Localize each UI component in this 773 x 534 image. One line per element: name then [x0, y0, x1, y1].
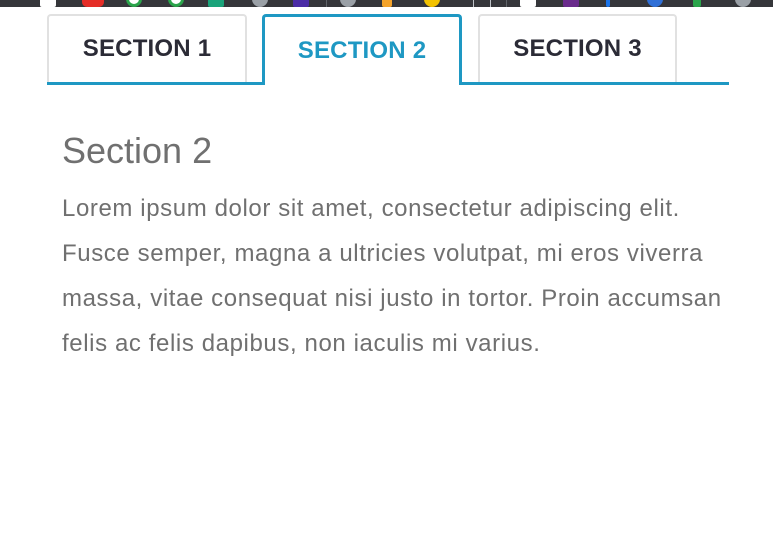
- extension-icon[interactable]: [126, 0, 142, 7]
- toolbar-divider: [506, 0, 507, 7]
- extension-icon[interactable]: [563, 0, 579, 7]
- tab-section-2[interactable]: SECTION 2: [262, 14, 462, 85]
- extension-icon[interactable]: [606, 0, 610, 7]
- toolbar-divider: [326, 0, 327, 7]
- globe-icon[interactable]: [252, 0, 268, 7]
- tab-label: SECTION 1: [82, 35, 212, 62]
- tab-section-1[interactable]: SECTION 1: [47, 14, 247, 82]
- extension-icon[interactable]: [382, 0, 392, 7]
- extension-icon[interactable]: [293, 0, 309, 7]
- tab-label: SECTION 3: [513, 35, 642, 62]
- panel-heading: Section 2: [62, 130, 213, 171]
- extension-icon[interactable]: [168, 0, 184, 7]
- tab-label: SECTION 2: [297, 37, 427, 64]
- bookmark-icon[interactable]: [40, 0, 56, 7]
- tab-section-3[interactable]: SECTION 3: [478, 14, 677, 82]
- tab-bar: SECTION 1 SECTION 2 SECTION 3: [47, 14, 729, 86]
- tab-panel: Section 2 Lorem ipsum dolor sit amet, co…: [62, 126, 732, 366]
- panel-body-text: Lorem ipsum dolor sit amet, consectetur …: [62, 195, 722, 357]
- globe-icon[interactable]: [735, 0, 751, 7]
- extension-icon[interactable]: [473, 0, 491, 7]
- extension-icon[interactable]: [647, 0, 663, 7]
- extension-icon[interactable]: [693, 0, 701, 7]
- globe-icon[interactable]: [340, 0, 356, 7]
- extension-icon[interactable]: [424, 0, 440, 7]
- extension-icon[interactable]: [520, 0, 536, 7]
- extension-icon[interactable]: [208, 0, 224, 7]
- youtube-icon[interactable]: [82, 0, 104, 7]
- browser-bookmarks-bar: [0, 0, 773, 7]
